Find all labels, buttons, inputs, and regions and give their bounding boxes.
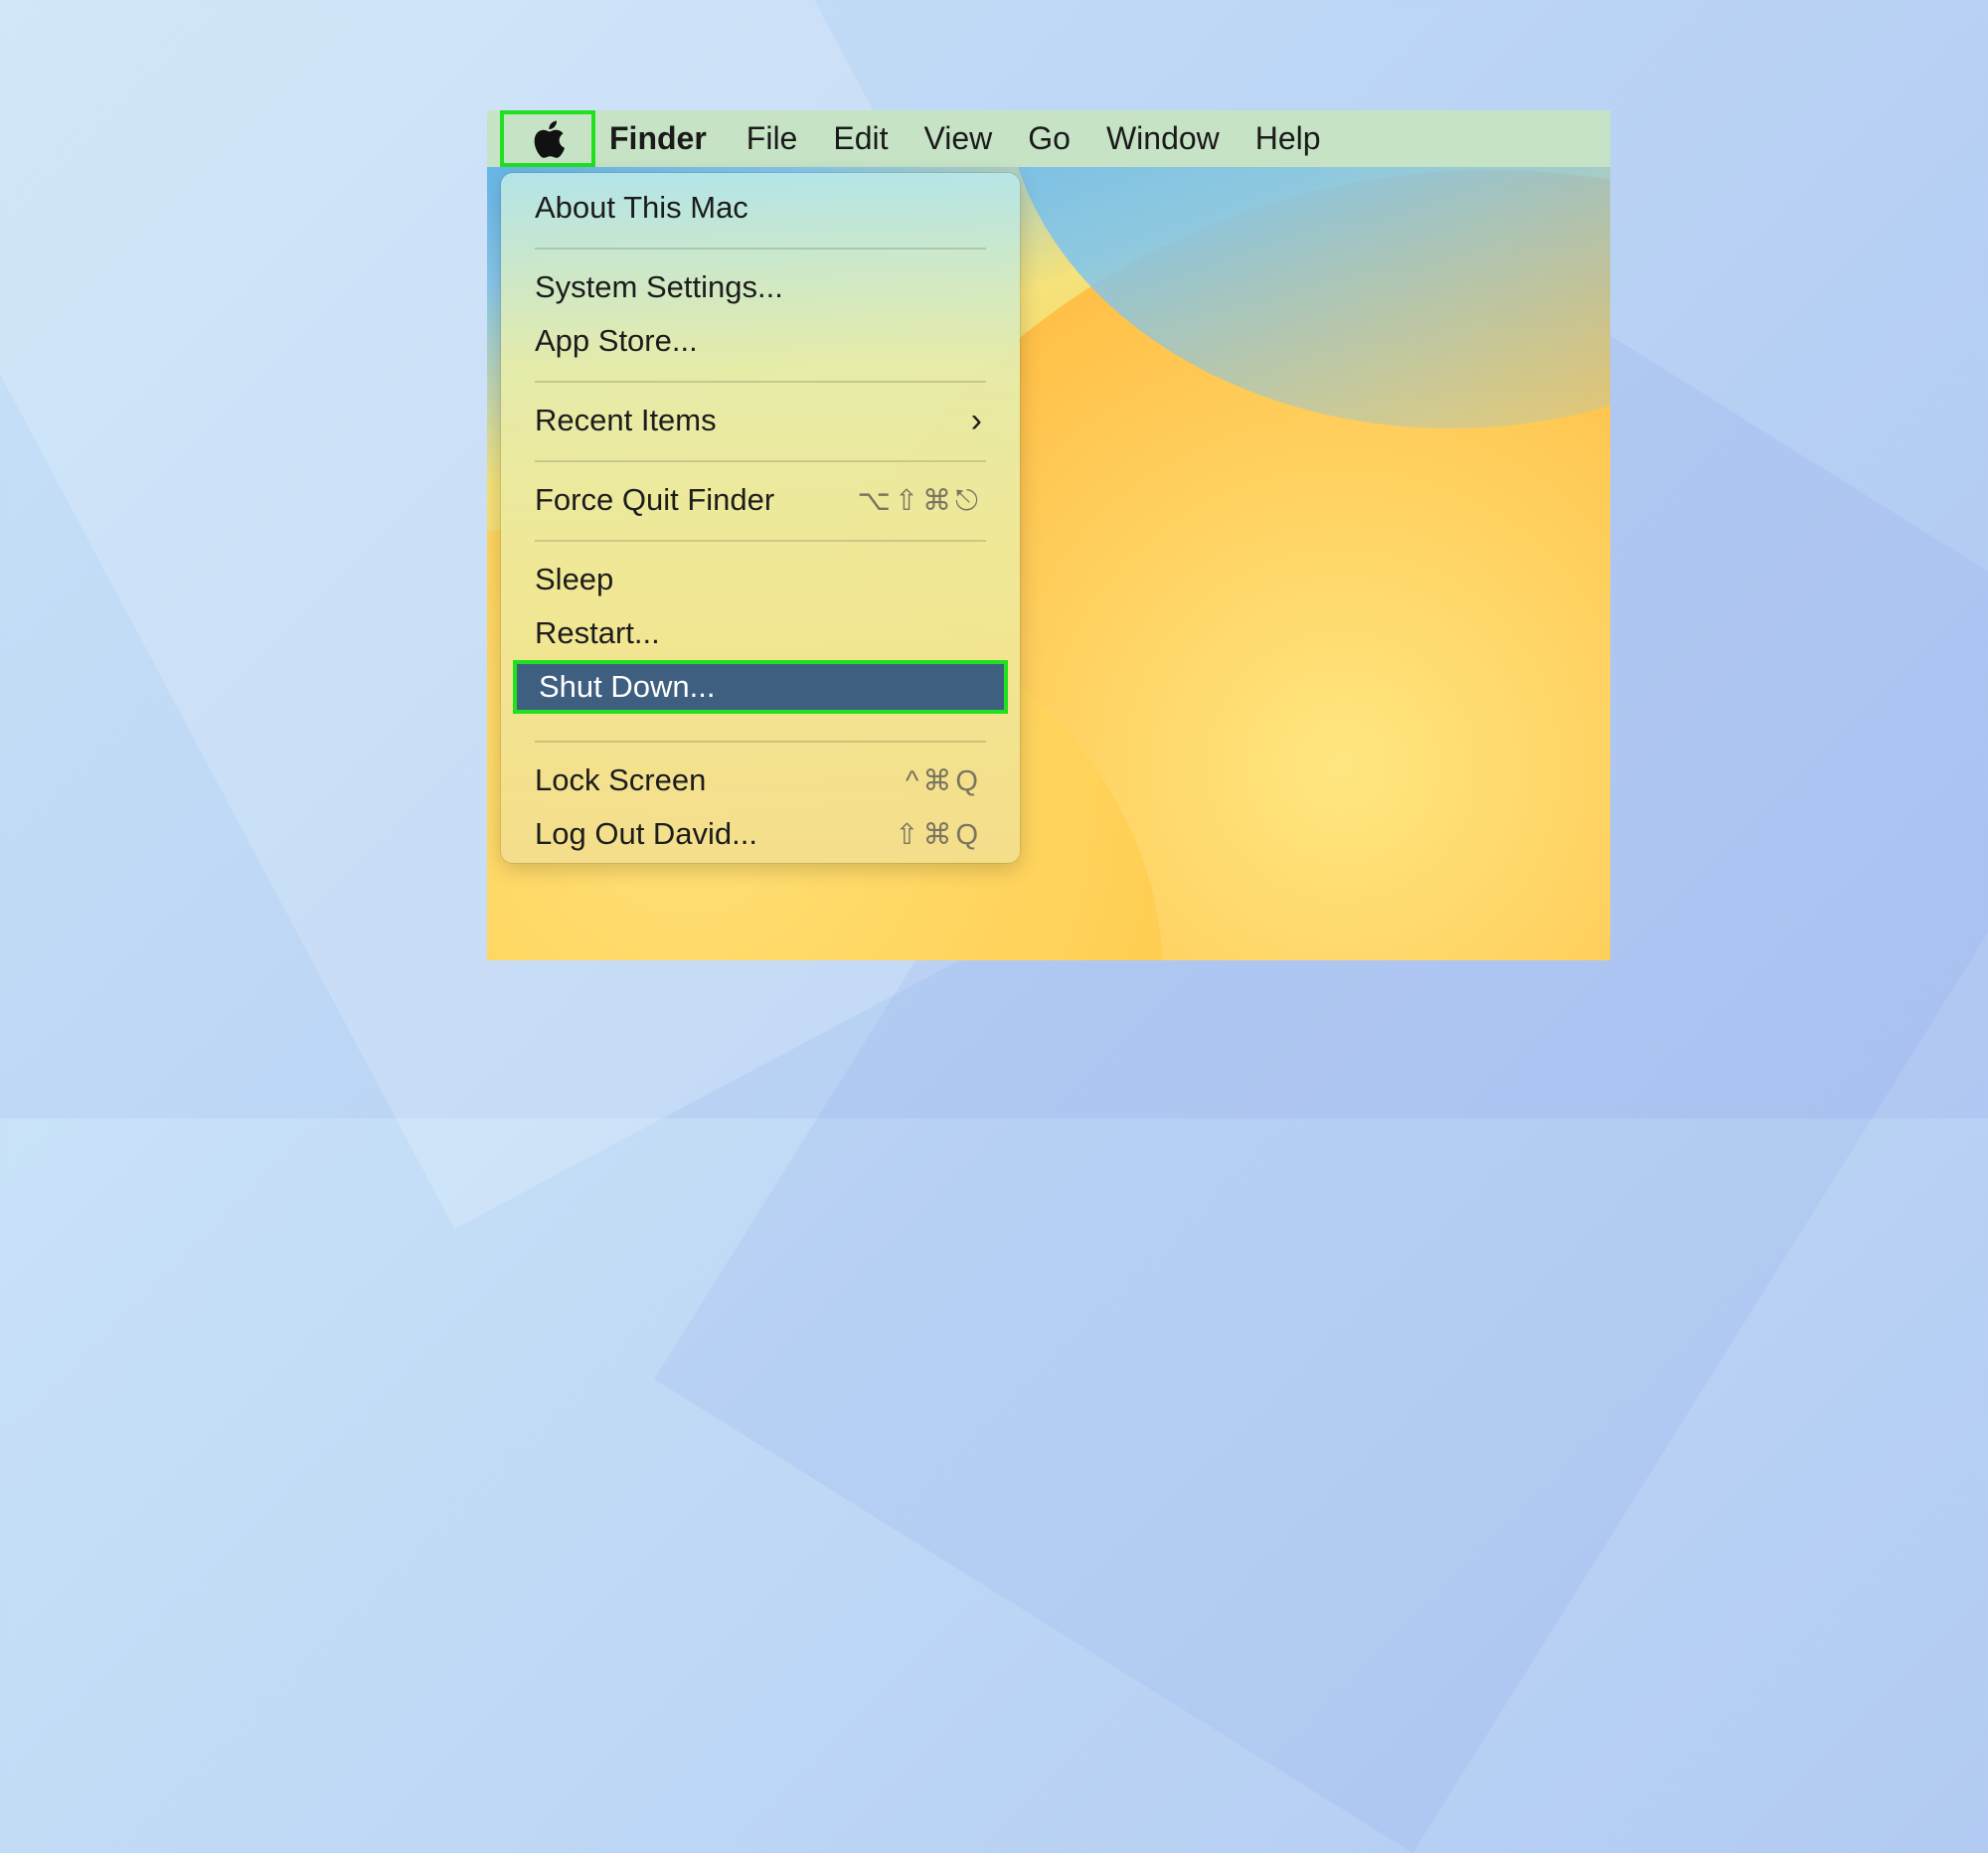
menu-separator xyxy=(535,381,986,383)
menu-item-label: Sleep xyxy=(535,562,614,596)
menu-view[interactable]: View xyxy=(923,120,1014,157)
menu-item-force-quit[interactable]: Force Quit Finder ⌥⇧⌘⎋ xyxy=(501,473,1020,527)
menu-item-label: System Settings... xyxy=(535,269,783,304)
menu-separator xyxy=(535,460,986,462)
menu-item-label: Log Out David... xyxy=(535,816,758,851)
menu-item-restart[interactable]: Restart... xyxy=(501,606,1020,660)
menu-item-sleep[interactable]: Sleep xyxy=(501,553,1020,606)
menu-item-lock-screen[interactable]: Lock Screen ^⌘Q xyxy=(501,754,1020,807)
apple-menu-dropdown: About This Mac System Settings... App St… xyxy=(501,173,1020,863)
menu-item-label: Lock Screen xyxy=(535,762,707,797)
menu-separator xyxy=(535,540,986,542)
menu-item-recent-items[interactable]: Recent Items › xyxy=(501,394,1020,447)
menu-item-label: About This Mac xyxy=(535,190,748,225)
menu-file[interactable]: File xyxy=(746,120,820,157)
menu-help[interactable]: Help xyxy=(1255,120,1343,157)
desktop-screen: Finder File Edit View Go Window Help Abo… xyxy=(487,110,1610,960)
keyboard-shortcut: ⇧⌘Q xyxy=(895,818,982,851)
menu-item-app-store[interactable]: App Store... xyxy=(501,314,1020,368)
menu-separator xyxy=(535,248,986,250)
menu-item-log-out[interactable]: Log Out David... ⇧⌘Q xyxy=(501,807,1020,861)
keyboard-shortcut: ^⌘Q xyxy=(905,764,982,797)
menu-item-label: Recent Items xyxy=(535,403,717,437)
menu-go[interactable]: Go xyxy=(1028,120,1092,157)
apple-logo-icon xyxy=(534,120,566,158)
menu-separator xyxy=(535,741,986,743)
menu-finder[interactable]: Finder xyxy=(609,120,733,157)
menu-bar: Finder File Edit View Go Window Help xyxy=(487,110,1610,167)
chevron-right-icon: › xyxy=(970,401,982,439)
menu-item-about-this-mac[interactable]: About This Mac xyxy=(501,181,1020,235)
menu-edit[interactable]: Edit xyxy=(833,120,910,157)
menu-item-label: Restart... xyxy=(535,615,660,650)
menu-item-label: Force Quit Finder xyxy=(535,482,775,517)
keyboard-shortcut: ⌥⇧⌘⎋ xyxy=(857,484,982,517)
menu-item-shut-down[interactable]: Shut Down... xyxy=(513,660,1008,714)
menu-item-label: Shut Down... xyxy=(539,669,716,704)
menu-window[interactable]: Window xyxy=(1106,120,1242,157)
menu-item-label: App Store... xyxy=(535,323,698,358)
apple-menu-button[interactable] xyxy=(500,110,595,167)
menu-item-system-settings[interactable]: System Settings... xyxy=(501,260,1020,314)
